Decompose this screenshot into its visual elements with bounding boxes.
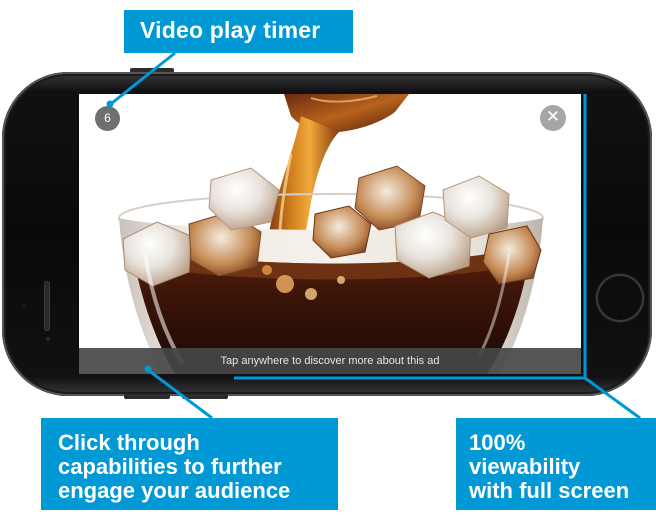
phone-sensor bbox=[22, 304, 26, 308]
click-through-callout-line: engage your audience bbox=[58, 478, 291, 504]
click-through-cta-bar[interactable]: Tap anywhere to discover more about this… bbox=[79, 348, 581, 374]
close-icon[interactable]: ✕ bbox=[540, 105, 566, 131]
phone-camera bbox=[46, 337, 50, 341]
phone-volume-button bbox=[124, 394, 170, 399]
phone-home-button bbox=[596, 274, 644, 322]
viewability-callout-line: 100% bbox=[469, 430, 526, 455]
click-through-callout-line: Click through bbox=[58, 430, 200, 455]
viewability-callout-line: viewability bbox=[469, 454, 581, 480]
viewability-callout: 100% viewability with full screen bbox=[456, 418, 656, 510]
video-play-timer-callout: Video play timer bbox=[124, 10, 353, 53]
click-through-callout: Click through capabilities to further en… bbox=[41, 418, 338, 510]
phone-volume-button bbox=[182, 394, 228, 399]
click-through-callout-line: capabilities to further bbox=[58, 454, 282, 480]
viewability-callout-line: with full screen bbox=[469, 478, 630, 504]
video-play-timer: 6 bbox=[95, 106, 120, 131]
phone-speaker bbox=[44, 281, 50, 331]
video-play-timer-callout-label: Video play timer bbox=[140, 17, 321, 43]
video-ad-screen[interactable]: 6 ✕ Tap anywhere to discover more about … bbox=[79, 94, 581, 374]
ad-video-frame[interactable] bbox=[79, 94, 581, 374]
